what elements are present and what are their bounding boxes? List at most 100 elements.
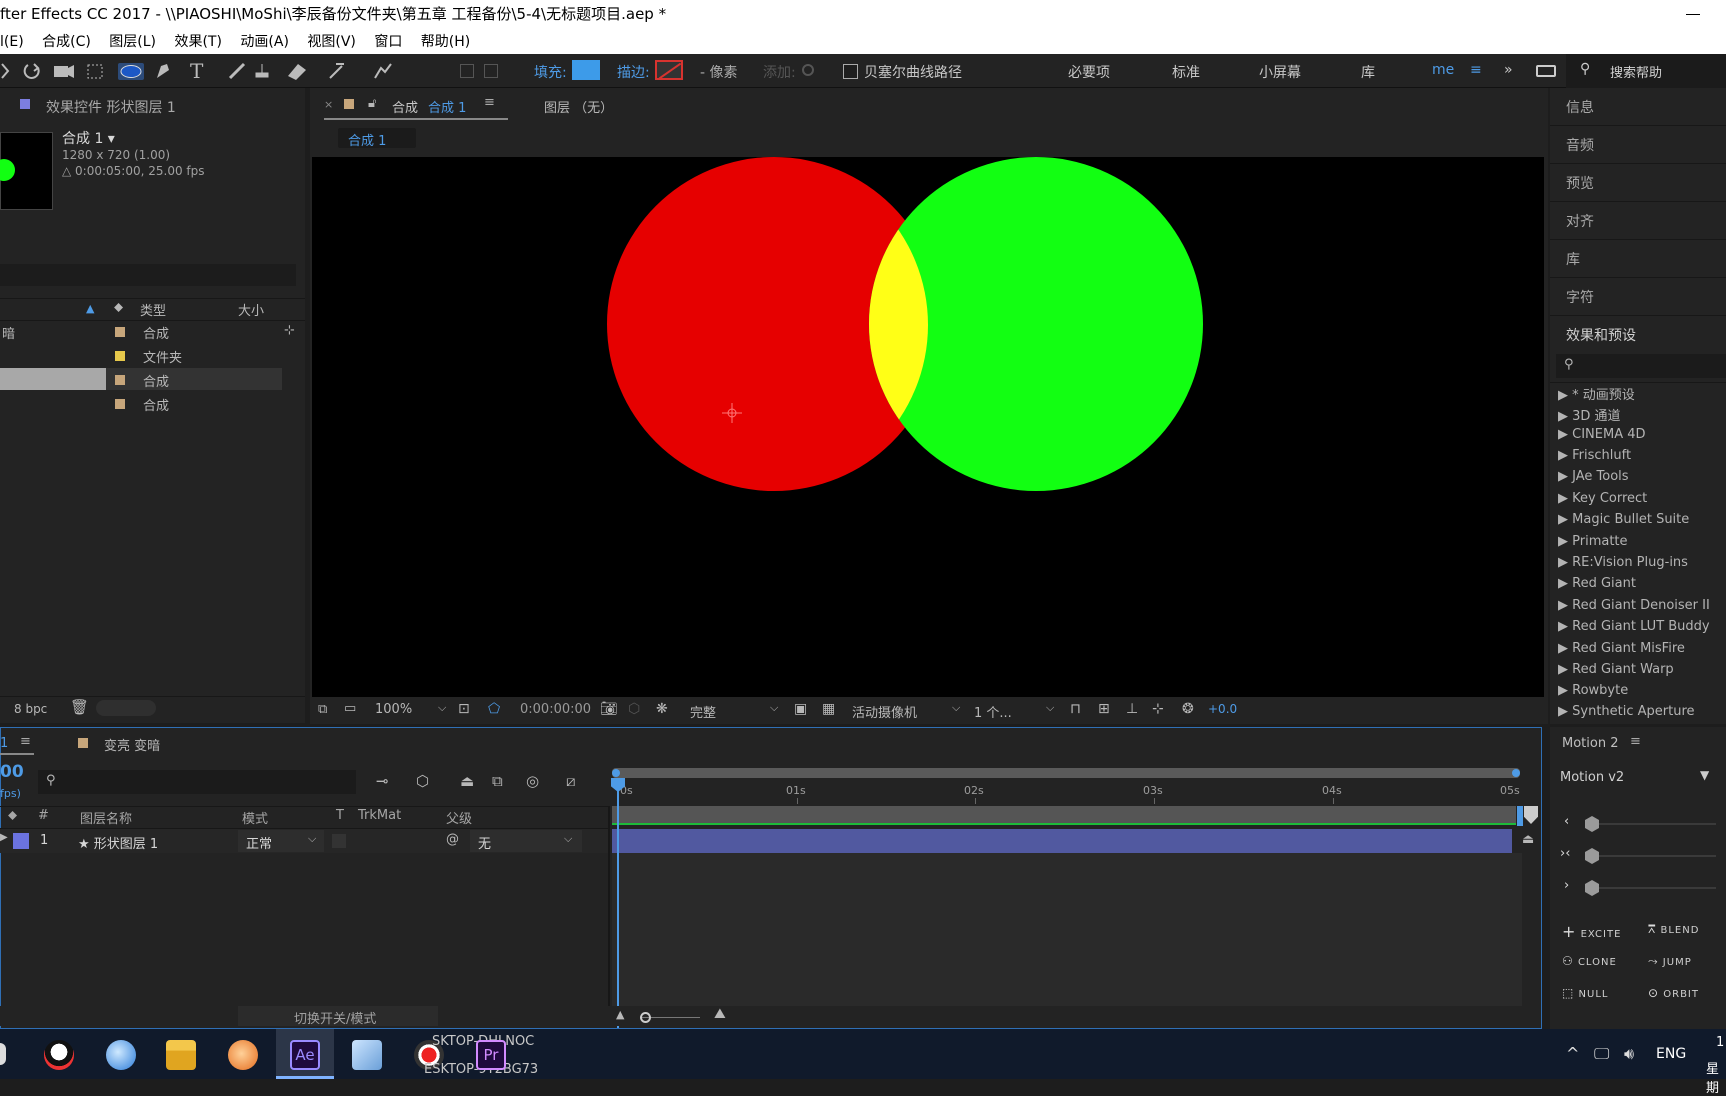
layer-tab[interactable]: 图层 （无） — [544, 97, 613, 116]
fx-red-giant[interactable]: ▶ Red Giant — [1558, 576, 1636, 591]
timeline-comp-tab[interactable]: 变亮 变暗 — [104, 735, 160, 754]
table-row[interactable]: ▶ 1 ★ 形状图层 1 正常 ⌵ @ 无 ⌵ — [0, 829, 608, 853]
sync-settings-icon[interactable] — [1536, 65, 1556, 77]
bpc-label[interactable]: 8 bpc — [14, 702, 47, 716]
fx-primatte[interactable]: ▶ Primatte — [1558, 534, 1628, 549]
col-layer-name[interactable]: 图层名称 — [80, 808, 132, 827]
workspace-me[interactable]: me — [1432, 62, 1454, 78]
app-orange-icon[interactable] — [228, 1040, 258, 1070]
fill-label[interactable]: 填充: — [534, 62, 567, 82]
app-blue-icon[interactable] — [352, 1040, 382, 1070]
fx-red-giant-lut[interactable]: ▶ Red Giant LUT Buddy — [1558, 619, 1710, 634]
col-mode[interactable]: 模式 — [242, 808, 268, 827]
list-item[interactable]: 文件夹 — [0, 344, 282, 366]
fx-synthetic-aperture[interactable]: ▶ Synthetic Aperture — [1558, 704, 1695, 719]
comp-tab-name[interactable]: 合成 1 — [428, 97, 466, 116]
menu-window[interactable]: 窗口 — [374, 34, 402, 50]
layer-name[interactable]: ★ 形状图层 1 — [78, 833, 158, 852]
panel-library[interactable]: 库 — [1566, 249, 1726, 269]
fx-frischluft[interactable]: ▶ Frischluft — [1558, 448, 1631, 463]
frame-blending-icon[interactable]: ⧉ — [492, 772, 503, 790]
zoom-slider-knob[interactable] — [640, 1012, 651, 1023]
layer-color[interactable] — [13, 833, 29, 849]
mask-visibility-icon[interactable]: ⬠ — [488, 701, 500, 717]
motion-version-dropdown[interactable]: Motion v2 — [1560, 770, 1624, 785]
zoom-in-icon[interactable]: ⛰ — [714, 1006, 726, 1022]
zoom-dropdown[interactable]: 100% — [375, 702, 412, 717]
null-button[interactable]: ⬚ NULL — [1562, 986, 1608, 1000]
motion-menu-icon[interactable]: ≡ — [1630, 734, 1641, 749]
comp-name[interactable]: 合成 1 ▾ — [62, 128, 115, 148]
premiere-icon[interactable]: Pr — [476, 1040, 506, 1070]
ime-indicator[interactable]: ENG — [1656, 1046, 1686, 1062]
timeline-menu-icon[interactable]: ≡ — [20, 734, 31, 749]
panel-preview[interactable]: 预览 — [1566, 173, 1726, 193]
chevron-down-icon[interactable]: ▼ — [1700, 768, 1709, 782]
stroke-swatch[interactable] — [655, 60, 683, 80]
fx-red-giant-warp[interactable]: ▶ Red Giant Warp — [1558, 662, 1674, 677]
monitor-icon[interactable]: ▭ — [344, 701, 356, 716]
lock-icon[interactable]: 🔓︎ — [368, 96, 376, 111]
chevron-more-icon[interactable]: » — [1504, 62, 1513, 78]
ease-slider-2[interactable] — [1590, 855, 1716, 857]
layer-duration-bar[interactable] — [612, 829, 1512, 853]
fast-previews-icon[interactable]: ⊞ — [1098, 701, 1110, 717]
current-timecode[interactable]: 0:00:00:00 — [520, 702, 591, 717]
fx-rowbyte[interactable]: ▶ Rowbyte — [1558, 683, 1628, 698]
workspace-menu-icon[interactable]: ≡ — [1470, 62, 1482, 78]
work-area-end-handle[interactable] — [1517, 806, 1523, 826]
shy-layers-icon[interactable]: ⏏ — [460, 772, 474, 790]
timeline-search-input[interactable]: ⚲ — [38, 770, 356, 794]
fx-jae-tools[interactable]: ▶ JAe Tools — [1558, 469, 1629, 484]
sort-arrow-icon[interactable]: ▲ — [86, 302, 94, 315]
breadcrumb[interactable]: 合成 1 — [338, 128, 416, 149]
chevron-down-icon[interactable]: ⌵ — [438, 701, 446, 715]
graph-editor-icon[interactable]: ⧄ — [566, 772, 576, 790]
comp-duration-bar[interactable] — [612, 806, 1516, 824]
minimize-button[interactable] — [1666, 0, 1726, 30]
fill-swatch[interactable] — [572, 60, 600, 80]
fit-icon[interactable]: ⊡ — [458, 701, 470, 717]
panel-character[interactable]: 字符 — [1566, 287, 1726, 307]
timeline-icon[interactable]: ⊥ — [1126, 701, 1138, 717]
fx-key-correct[interactable]: ▶ Key Correct — [1558, 491, 1647, 506]
blend-button[interactable]: ⩞ BLEND — [1648, 922, 1699, 937]
tool-icons[interactable]: T — [0, 60, 400, 82]
close-tab-icon[interactable]: × — [324, 98, 333, 111]
motion-tab[interactable]: Motion 2 — [1562, 736, 1618, 751]
zoom-out-icon[interactable]: ▲ — [616, 1008, 624, 1021]
effects-search-input[interactable]: ⚲ — [1556, 354, 1726, 378]
workspace-essentials[interactable]: 必要项 — [1068, 62, 1110, 82]
qq-icon[interactable] — [44, 1040, 74, 1070]
marker-icon[interactable]: ⏏ — [1522, 832, 1534, 847]
fx-animation-presets[interactable]: ▶ * 动画预设 — [1558, 384, 1635, 403]
chevron-down-icon[interactable]: ⌵ — [770, 701, 778, 715]
file-explorer-icon[interactable] — [166, 1040, 196, 1070]
network-icon[interactable]: 🖵 — [1594, 1044, 1609, 1064]
motion-blur-icon[interactable]: ◎ — [526, 772, 539, 790]
expand-arrow-icon[interactable]: ▶ — [0, 832, 8, 843]
clock-time[interactable]: 1 — [1716, 1035, 1724, 1050]
after-effects-icon[interactable]: Ae — [290, 1040, 320, 1070]
snap-options-icon[interactable] — [484, 64, 498, 78]
reset-exposure-icon[interactable]: ❂ — [1182, 701, 1194, 717]
parent-select[interactable]: 无 ⌵ — [470, 830, 582, 852]
menu-edit[interactable]: l(E) — [0, 34, 24, 50]
timeline-track-area[interactable] — [612, 853, 1522, 1006]
thumbnail-slider[interactable] — [96, 700, 156, 716]
flowchart-icon[interactable]: ⊹ — [284, 323, 295, 338]
quality-dropdown[interactable]: 完整 — [690, 702, 716, 721]
trash-icon[interactable]: 🗑 — [70, 698, 89, 716]
show-snapshot-icon[interactable]: ⬡ — [628, 701, 640, 717]
comp-tab-prefix[interactable]: 合成 — [392, 97, 418, 116]
project-search-input[interactable] — [0, 264, 296, 286]
volume-icon[interactable]: 🔊︎ — [1624, 1044, 1634, 1064]
search-help-field[interactable]: ⚲ 搜索帮助 — [1566, 54, 1726, 88]
menu-composition[interactable]: 合成(C) — [42, 34, 91, 50]
ease-slider-1[interactable] — [1590, 823, 1716, 825]
menu-view[interactable]: 视图(V) — [307, 34, 356, 50]
bezier-checkbox[interactable] — [843, 64, 858, 79]
stroke-label[interactable]: 描边: — [617, 62, 650, 82]
clone-button[interactable]: ⚇ CLONE — [1562, 954, 1617, 968]
draft-3d-icon[interactable]: ⬡ — [416, 772, 429, 790]
